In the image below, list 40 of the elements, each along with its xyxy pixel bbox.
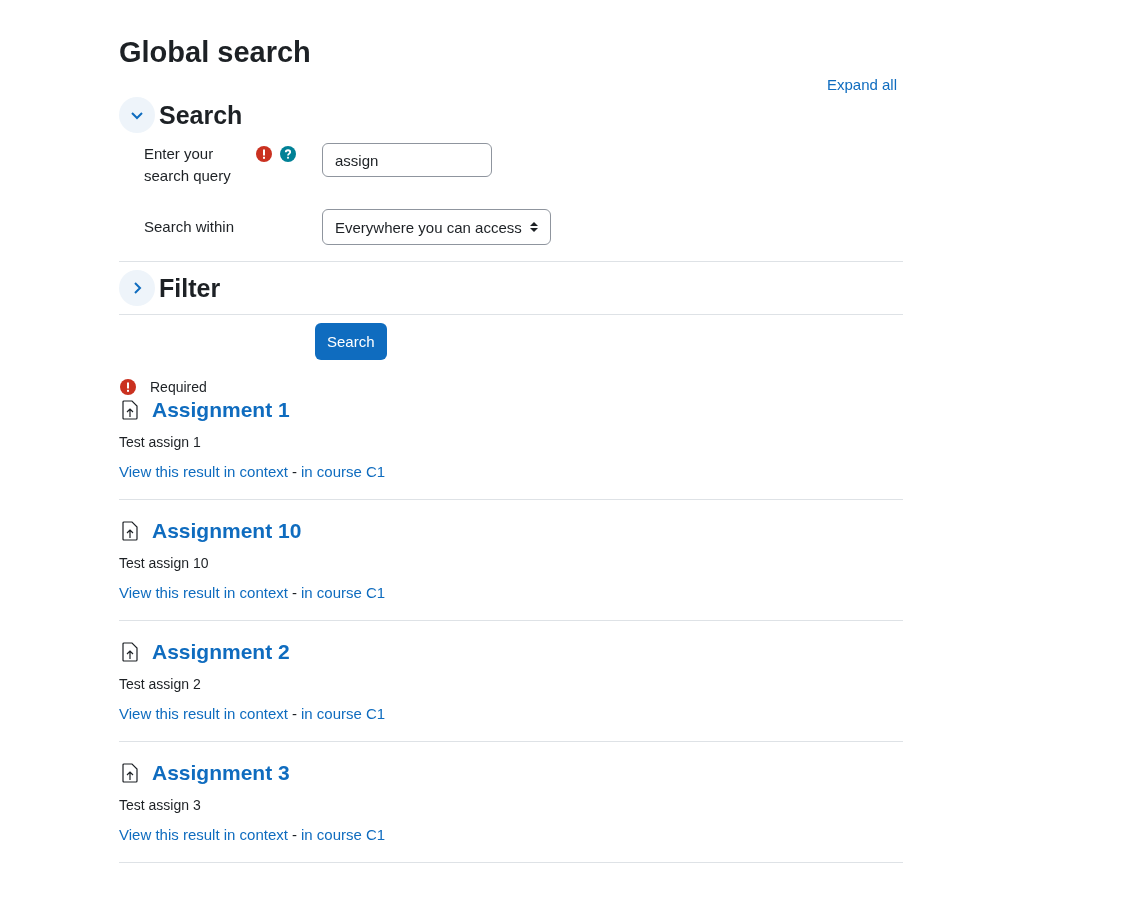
- context-link[interactable]: View this result in context: [119, 582, 288, 604]
- course-link[interactable]: in course C1: [301, 582, 386, 604]
- section-heading: Filter: [159, 273, 221, 303]
- required-note: Required: [150, 379, 207, 395]
- context-link[interactable]: View this result in context: [119, 703, 288, 725]
- required-icon: [256, 146, 272, 162]
- course-link[interactable]: in course C1: [301, 824, 386, 846]
- link-separator: -: [292, 825, 297, 845]
- result-title-link[interactable]: Assignment 3: [152, 758, 290, 788]
- context-link[interactable]: View this result in context: [119, 824, 288, 846]
- search-within-select[interactable]: Everywhere you can access: [322, 209, 551, 245]
- section-toggle[interactable]: [119, 97, 155, 133]
- file-upload-icon: [122, 400, 138, 420]
- link-separator: -: [292, 704, 297, 724]
- course-link[interactable]: in course C1: [301, 703, 386, 725]
- search-button[interactable]: Search: [315, 323, 387, 360]
- section-heading: Search: [159, 100, 243, 130]
- link-separator: -: [292, 583, 297, 603]
- sort-caret-icon: [529, 221, 538, 233]
- result-title-link[interactable]: Assignment 2: [152, 637, 290, 667]
- course-link[interactable]: in course C1: [301, 461, 386, 483]
- result-title-link[interactable]: Assignment 10: [152, 516, 302, 546]
- result-title-link[interactable]: Assignment 1: [152, 395, 290, 425]
- page-title: Global search: [119, 35, 312, 70]
- result-description: Test assign 2: [119, 675, 202, 694]
- result-description: Test assign 1: [119, 433, 202, 452]
- field-label: Search within: [144, 217, 236, 237]
- result-description: Test assign 3: [119, 796, 202, 815]
- help-icon[interactable]: [280, 146, 296, 162]
- expand-all-link[interactable]: Expand all: [826, 76, 897, 93]
- field-label: Enter your search query: [144, 144, 232, 186]
- file-upload-icon: [122, 521, 138, 541]
- search-query-field[interactable]: assign: [322, 143, 492, 177]
- required-icon: [120, 379, 136, 395]
- file-upload-icon: [122, 642, 138, 662]
- link-separator: -: [292, 462, 297, 482]
- file-upload-icon: [122, 763, 138, 783]
- result-description: Test assign 10: [119, 554, 210, 573]
- context-link[interactable]: View this result in context: [119, 461, 288, 483]
- section-toggle[interactable]: [119, 270, 155, 306]
